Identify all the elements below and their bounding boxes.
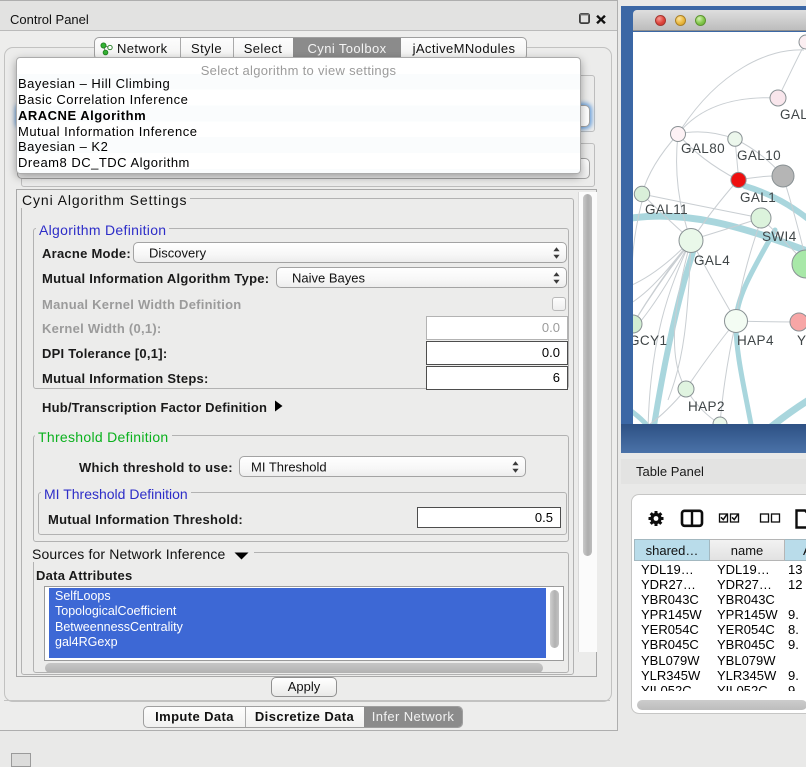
svg-text:GAL7: GAL7 — [780, 107, 806, 122]
svg-text:SWI4: SWI4 — [762, 229, 797, 244]
svg-text:HAP4: HAP4 — [737, 333, 774, 348]
svg-text:GAL80: GAL80 — [681, 141, 725, 156]
svg-text:Y: Y — [797, 333, 806, 348]
svg-text:GCY1: GCY1 — [633, 333, 667, 348]
svg-text:GAL4: GAL4 — [694, 253, 730, 268]
svg-text:HAP2: HAP2 — [688, 399, 725, 414]
svg-text:GAL1: GAL1 — [740, 190, 776, 205]
svg-text:GAL11: GAL11 — [645, 202, 688, 217]
svg-text:GAL10: GAL10 — [737, 148, 781, 163]
